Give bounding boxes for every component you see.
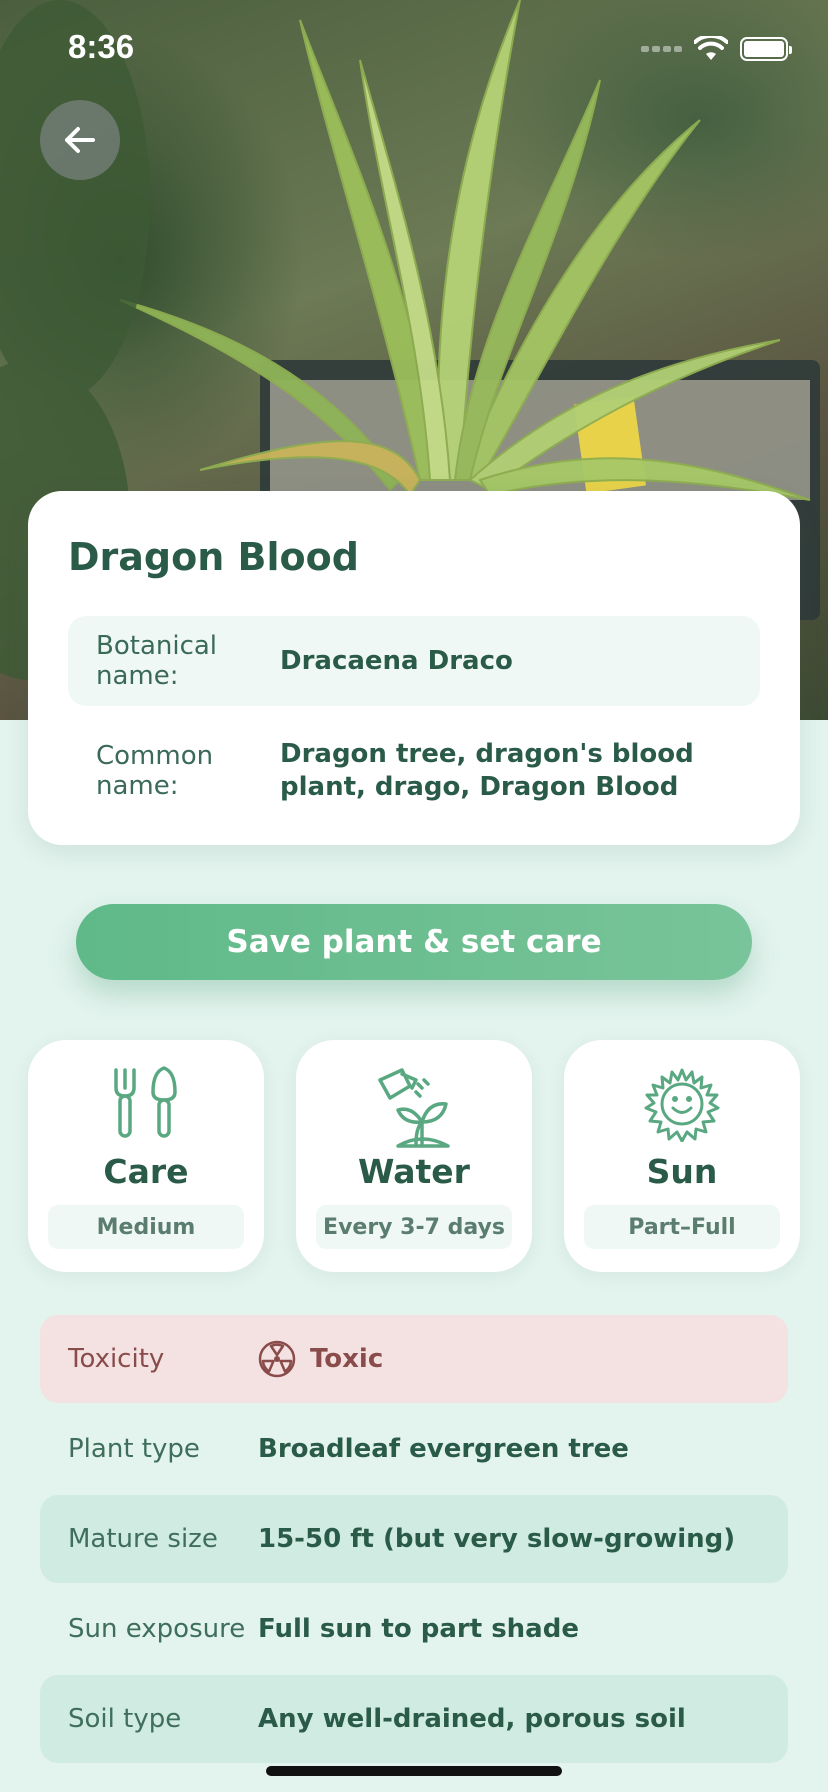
home-indicator[interactable] (266, 1766, 562, 1776)
common-name-label: Common name: (96, 741, 214, 801)
common-name-value: Dragon tree, dragon's blood plant, drago… (280, 739, 694, 802)
care-card-title: Care (103, 1152, 189, 1191)
sun-icon (644, 1068, 720, 1142)
botanical-name-value: Dracaena Draco (280, 645, 513, 676)
detail-label: Toxicity (68, 1344, 165, 1374)
status-time: 8:36 (68, 28, 135, 65)
water-card-title: Water (358, 1152, 470, 1191)
common-name-row: Common name: Dragon tree, dragon's blood… (68, 734, 760, 808)
detail-value: Any well-drained, porous soil (258, 1704, 686, 1734)
signal-icon (641, 46, 682, 52)
save-plant-button[interactable]: Save plant & set care (76, 904, 752, 980)
care-card-value: Medium (48, 1205, 244, 1249)
care-card-care[interactable]: Care Medium (28, 1040, 264, 1272)
back-button[interactable] (40, 100, 120, 180)
plant-info-card: Dragon Blood Botanical name: Dracaena Dr… (28, 491, 800, 845)
care-card-sun[interactable]: Sun Part–Full (564, 1040, 800, 1272)
detail-row-soil-type: Soil type Any well-drained, porous soil (40, 1675, 788, 1763)
detail-label: Soil type (68, 1704, 182, 1734)
wifi-icon (694, 36, 728, 60)
plant-title: Dragon Blood (68, 535, 359, 579)
care-card-water[interactable]: Water Every 3-7 days (296, 1040, 532, 1272)
garden-tools-icon (114, 1066, 177, 1138)
toxic-icon (258, 1340, 296, 1378)
detail-row-mature-size: Mature size 15-50 ft (but very slow-grow… (40, 1495, 788, 1583)
sun-card-title: Sun (646, 1152, 718, 1191)
botanical-name-label: Botanical name: (96, 631, 218, 691)
detail-value: Toxic (310, 1344, 384, 1374)
arrow-left-icon (65, 127, 95, 153)
status-icons (641, 36, 792, 62)
detail-row-sun-exposure: Sun exposure Full sun to part shade (40, 1585, 788, 1673)
detail-value: Full sun to part shade (258, 1614, 579, 1644)
water-card-value: Every 3-7 days (316, 1205, 512, 1249)
botanical-name-row: Botanical name: Dracaena Draco (68, 616, 760, 706)
detail-label: Sun exposure (68, 1614, 246, 1644)
watering-can-icon (378, 1068, 450, 1148)
detail-value: Broadleaf evergreen tree (258, 1434, 629, 1464)
sun-card-value: Part–Full (584, 1205, 780, 1249)
battery-icon (740, 37, 792, 61)
detail-row-plant-type: Plant type Broadleaf evergreen tree (40, 1405, 788, 1493)
detail-label: Mature size (68, 1524, 218, 1554)
detail-row-toxicity: Toxicity Toxic (40, 1315, 788, 1403)
detail-label: Plant type (68, 1434, 200, 1464)
detail-value: 15-50 ft (but very slow-growing) (258, 1524, 736, 1554)
